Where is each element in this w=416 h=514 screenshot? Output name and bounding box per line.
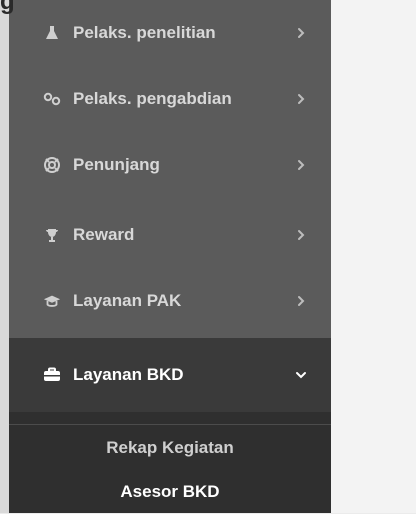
link-icon: [43, 91, 61, 107]
sidebar-item-label: Layanan BKD: [73, 365, 184, 384]
sidebar-item-label: Layanan PAK: [73, 291, 182, 310]
chevron-right-icon: [292, 229, 310, 241]
sidebar-item-penunjang[interactable]: Penunjang: [9, 132, 331, 198]
submenu-item-label: Asesor BKD: [120, 482, 220, 501]
sidebar-item-layanan-pak[interactable]: Layanan PAK: [9, 268, 331, 334]
submenu-item-label: Rekap Kegiatan: [106, 438, 234, 457]
sidebar-item-label: Reward: [73, 225, 135, 244]
briefcase-icon: [43, 367, 61, 383]
chevron-right-icon: [292, 27, 310, 39]
sidebar-item-label: Pelaks. pengabdian: [73, 89, 232, 108]
content-area: [331, 0, 416, 513]
chevron-down-icon: [292, 370, 310, 380]
lifebuoy-icon: [43, 156, 61, 174]
sidebar-item-pelaks-pengabdian[interactable]: Pelaks. pengabdian: [9, 66, 331, 132]
sidebar-item-layanan-bkd[interactable]: Layanan BKD: [9, 338, 331, 412]
trophy-icon: [43, 227, 61, 243]
flask-icon: [43, 25, 61, 41]
graduation-cap-icon: [43, 293, 61, 309]
sidebar-item-label: Penunjang: [73, 155, 160, 174]
submenu-layanan-bkd: Rekap Kegiatan Asesor BKD: [9, 412, 331, 513]
sidebar-item-pelaks-penelitian[interactable]: Pelaks. penelitian: [9, 0, 331, 66]
chevron-right-icon: [292, 93, 310, 105]
sidebar-item-reward[interactable]: Reward: [9, 202, 331, 268]
submenu-item-asesor-bkd[interactable]: Asesor BKD: [9, 470, 331, 514]
chevron-right-icon: [292, 159, 310, 171]
submenu-item-rekap-kegiatan[interactable]: Rekap Kegiatan: [9, 426, 331, 470]
chevron-right-icon: [292, 295, 310, 307]
sidebar-item-label: Pelaks. penelitian: [73, 23, 216, 42]
